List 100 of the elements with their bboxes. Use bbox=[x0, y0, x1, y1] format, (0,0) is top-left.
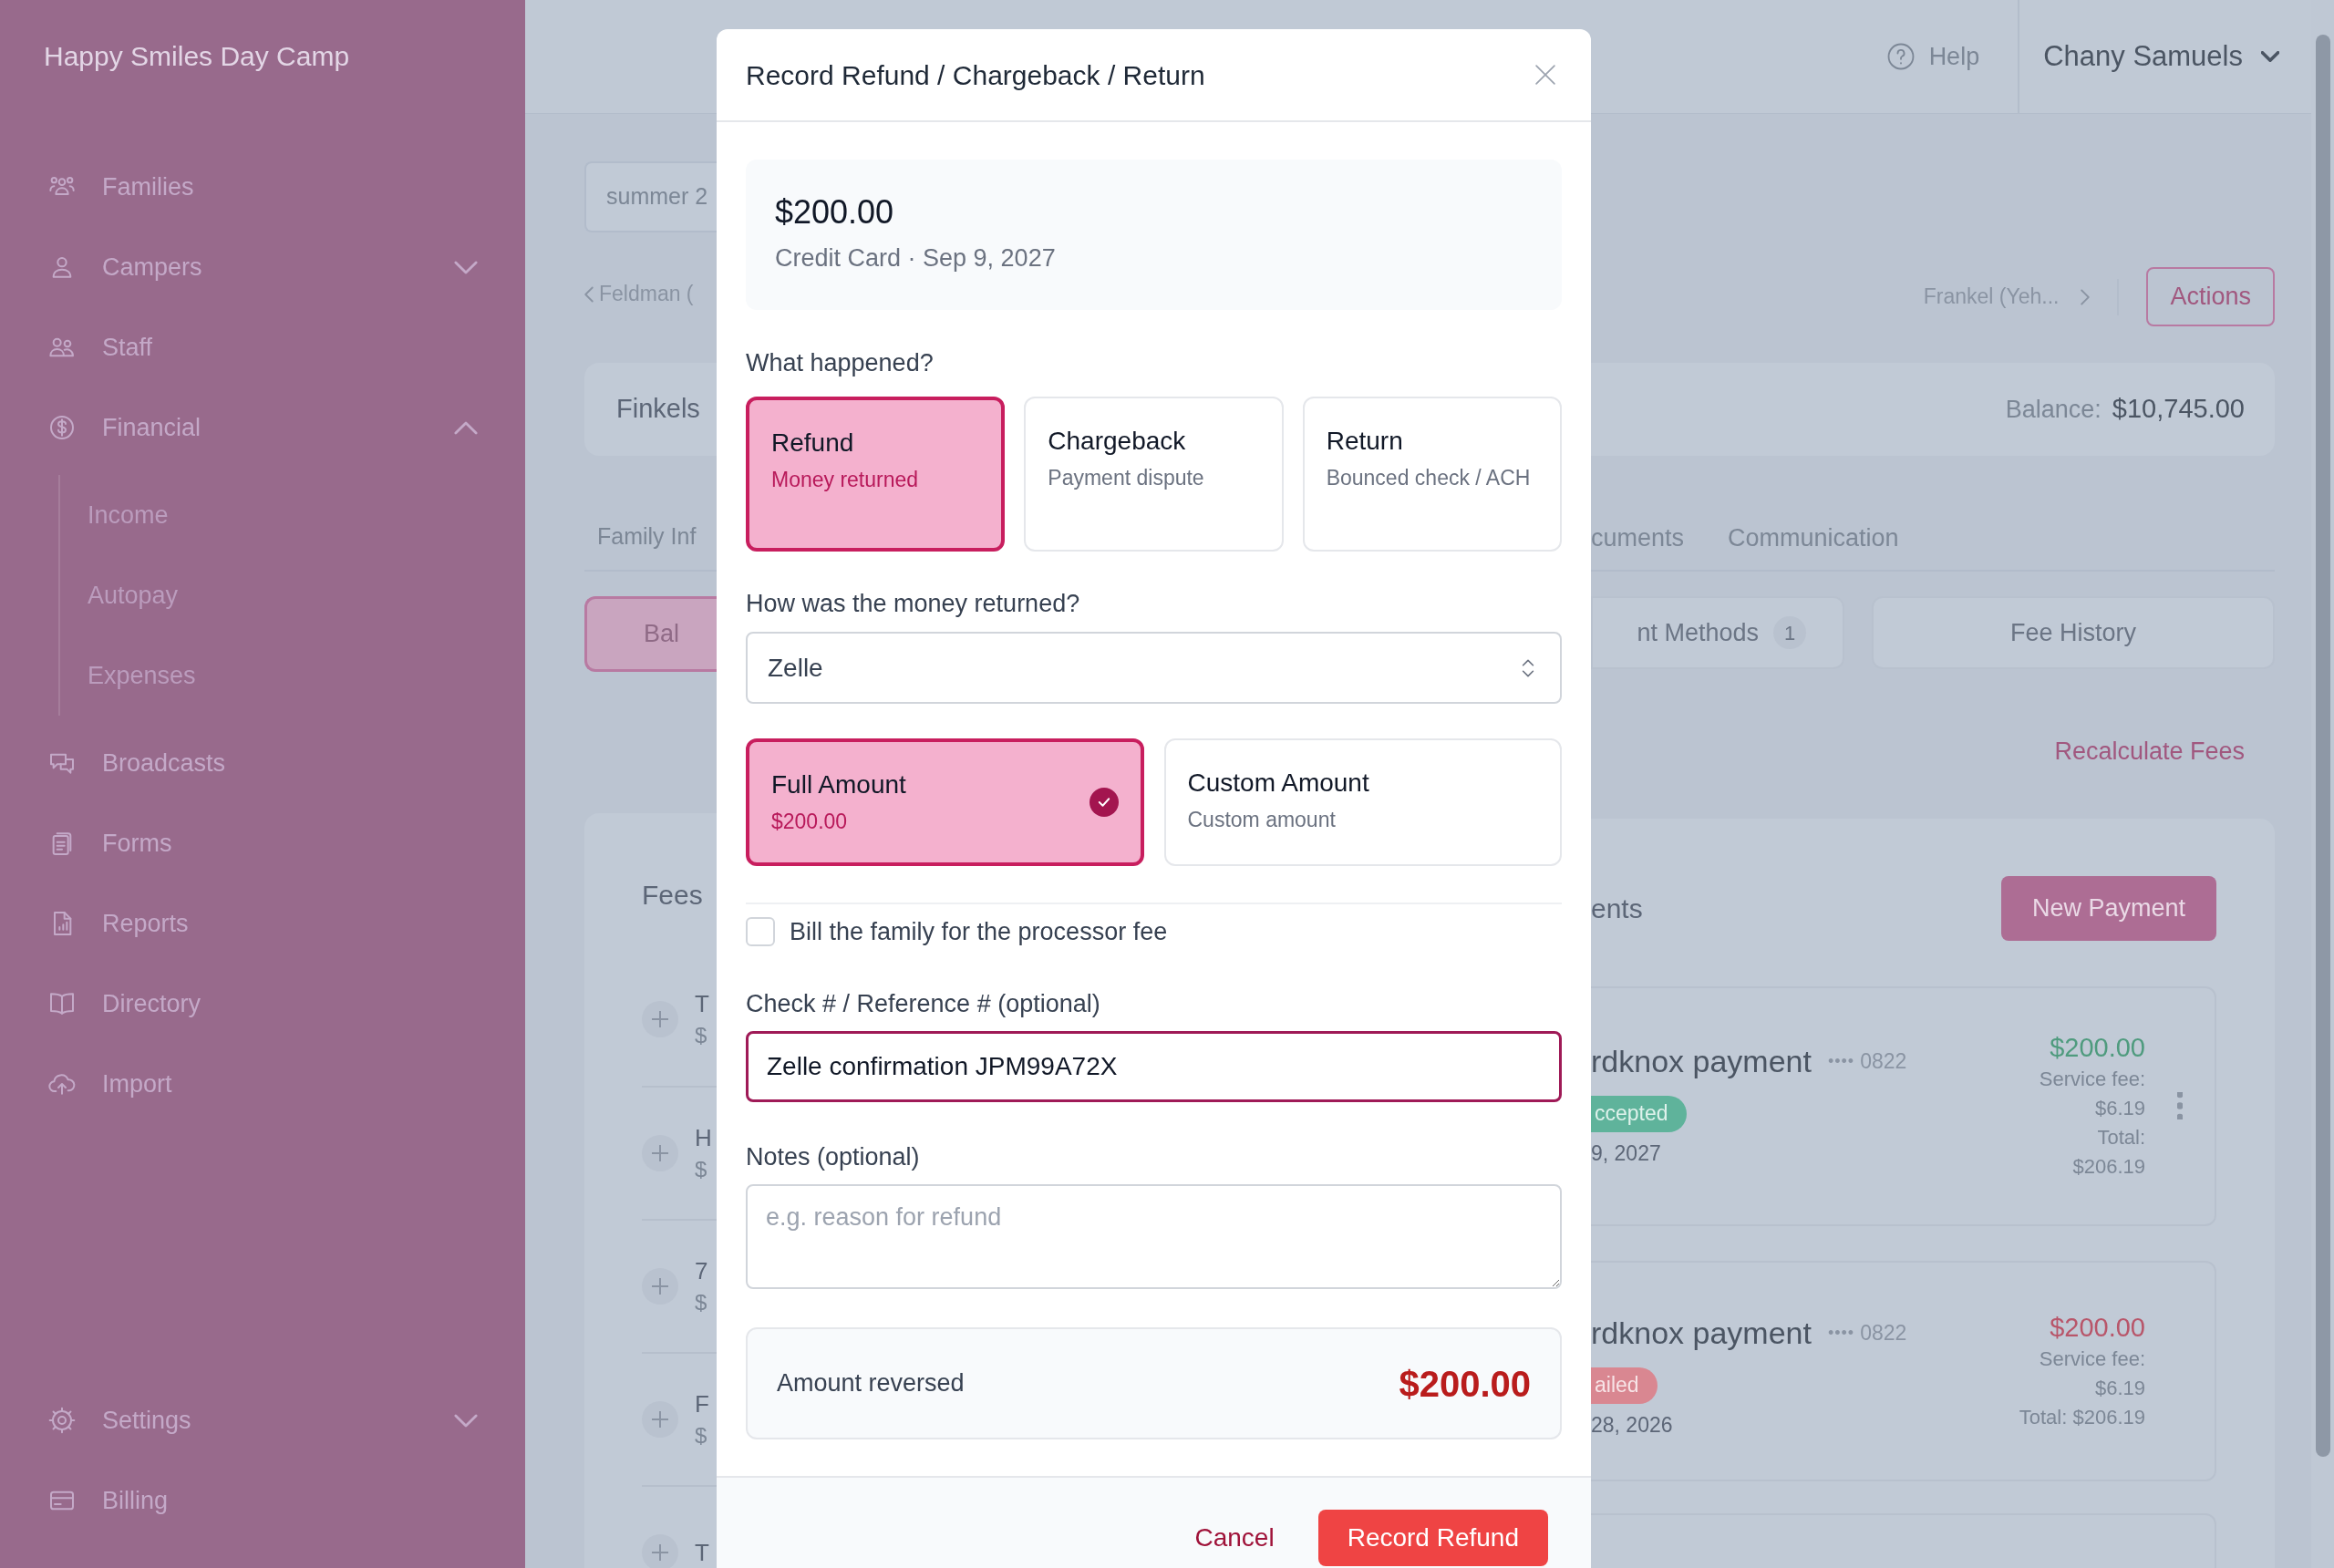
sidebar-item[interactable]: Financial bbox=[0, 387, 525, 468]
subtab[interactable]: Fee History bbox=[1872, 596, 2275, 669]
plus-icon bbox=[652, 1411, 668, 1428]
checkbox-label: Bill the family for the processor fee bbox=[790, 916, 1168, 947]
option-card[interactable]: Chargeback Payment dispute bbox=[1024, 397, 1284, 552]
help-link[interactable]: Help bbox=[1885, 0, 2019, 113]
reference-field[interactable]: Zelle confirmation JPM99A72X bbox=[746, 1031, 1562, 1102]
sidebar-item[interactable]: Settings bbox=[0, 1380, 525, 1460]
chevron-left-icon bbox=[584, 285, 594, 303]
option-description: Bounced check / ACH bbox=[1326, 465, 1531, 491]
dollar-circle-icon bbox=[47, 413, 77, 442]
plus-icon bbox=[652, 1544, 668, 1561]
fee-line: Total: $206.19 bbox=[2019, 1404, 2145, 1430]
total-amount: $200.00 bbox=[1399, 1362, 1531, 1406]
payment-amount: $200.00 bbox=[2050, 1032, 2145, 1064]
total-label: Amount reversed bbox=[777, 1368, 965, 1399]
card-dots: •••• bbox=[1827, 1050, 1855, 1072]
tab[interactable]: Family Inf bbox=[597, 520, 697, 549]
sidebar-item[interactable]: Staff bbox=[0, 307, 525, 387]
recalculate-link[interactable]: Recalculate Fees bbox=[2054, 733, 2245, 770]
fee-amount: $ bbox=[695, 1156, 707, 1183]
fee-line: Service fee: bbox=[2039, 1346, 2145, 1372]
checkbox[interactable] bbox=[746, 917, 775, 946]
fee-line: $6.19 bbox=[2094, 1096, 2145, 1121]
fee-amount: $ bbox=[695, 1022, 707, 1049]
plus-icon bbox=[652, 1011, 668, 1027]
fee-name: 7 bbox=[695, 1256, 708, 1286]
tab[interactable]: Communication bbox=[1728, 520, 1899, 549]
option-title: Chargeback bbox=[1048, 426, 1187, 457]
actions-button[interactable]: Actions bbox=[2146, 267, 2275, 326]
option-description: Custom amount bbox=[1187, 807, 1337, 833]
field-label: Notes (optional) bbox=[746, 1144, 921, 1170]
fee-line: $6.19 bbox=[2094, 1375, 2145, 1401]
card-dots: •••• bbox=[1827, 1322, 1855, 1344]
option-description: Money returned bbox=[771, 467, 919, 493]
option-title: Full Amount bbox=[771, 769, 906, 800]
gear-icon bbox=[47, 1406, 77, 1435]
family-name: Finkels bbox=[616, 393, 700, 426]
tab[interactable]: cuments bbox=[1591, 520, 1685, 549]
option-title: Custom Amount bbox=[1187, 768, 1369, 799]
fee-name: F bbox=[695, 1389, 709, 1419]
option-description: Payment dispute bbox=[1048, 465, 1204, 491]
chevron-down-icon bbox=[2261, 51, 2279, 62]
add-button[interactable] bbox=[642, 1135, 678, 1171]
count-badge: 1 bbox=[1773, 616, 1806, 649]
fee-name: T bbox=[695, 1538, 709, 1568]
option-title: Return bbox=[1326, 426, 1404, 457]
select-field[interactable]: Zelle bbox=[746, 632, 1562, 704]
fee-amount: $ bbox=[695, 1422, 707, 1449]
sidebar-item[interactable]: Families bbox=[0, 147, 525, 227]
add-button[interactable] bbox=[642, 1268, 678, 1305]
fee-line: Service fee: bbox=[2039, 1067, 2145, 1092]
sidebar-item[interactable]: Reports bbox=[0, 883, 525, 964]
payment-title: rdknox payment bbox=[1591, 1314, 1812, 1352]
option-card[interactable]: Custom Amount Custom amount bbox=[1163, 738, 1562, 866]
new-payment-button[interactable]: New Payment bbox=[2000, 875, 2216, 941]
subtab[interactable]: nt Methods 1 bbox=[1591, 596, 1844, 669]
status-badge: ailed bbox=[1591, 1367, 1658, 1404]
plus-icon bbox=[652, 1278, 668, 1295]
field-label: How was the money returned? bbox=[746, 591, 1081, 616]
sidebar-item[interactable]: Billing bbox=[0, 1460, 525, 1541]
fee-line: $206.19 bbox=[2072, 1154, 2145, 1180]
add-button[interactable] bbox=[642, 1001, 678, 1037]
section-title: ents bbox=[1591, 892, 1643, 925]
sidebar-item[interactable]: Campers bbox=[0, 227, 525, 307]
notes-field[interactable]: e.g. reason for refund bbox=[746, 1184, 1562, 1289]
fee-name: T bbox=[695, 989, 709, 1019]
add-button[interactable] bbox=[642, 1534, 678, 1568]
fee-line: Total: bbox=[2097, 1125, 2145, 1150]
search-field[interactable]: summer 2 bbox=[584, 161, 717, 232]
field-label: What happened? bbox=[746, 350, 935, 376]
scrollbar-thumb[interactable] bbox=[2315, 35, 2330, 1457]
record-button[interactable]: Record Refund bbox=[1317, 1510, 1548, 1566]
app-title: Happy Smiles Day Camp bbox=[44, 40, 351, 73]
payment-date: 28, 2026 bbox=[1591, 1411, 1674, 1439]
option-card[interactable]: Full Amount $200.00 bbox=[746, 738, 1144, 866]
option-description: $200.00 bbox=[771, 809, 849, 835]
sidebar-item[interactable]: Import bbox=[0, 1044, 525, 1124]
sidebar-item[interactable]: Broadcasts bbox=[0, 723, 525, 803]
fee-amount: $ bbox=[695, 1289, 707, 1316]
payment-title: rdknox payment bbox=[1591, 1042, 1812, 1080]
option-card[interactable]: Return Bounced check / ACH bbox=[1302, 397, 1562, 552]
payment-amount: $200.00 bbox=[775, 192, 895, 233]
balance-amount: $10,745.00 bbox=[2112, 393, 2245, 426]
subtab[interactable]: Bal bbox=[584, 596, 717, 672]
payment-amount: $200.00 bbox=[2050, 1311, 2145, 1344]
balance-label: Balance: bbox=[2005, 394, 2102, 425]
option-card[interactable]: Refund Money returned bbox=[746, 397, 1006, 552]
plus-icon bbox=[652, 1145, 668, 1161]
sidebar-item[interactable]: Forms bbox=[0, 803, 525, 883]
sidebar-item[interactable]: Directory bbox=[0, 964, 525, 1044]
section-title: Fees bbox=[642, 879, 704, 912]
field-label: Check # / Reference # (optional) bbox=[746, 991, 1101, 1016]
payment-details: Credit Card · Sep 9, 2027 bbox=[775, 243, 1057, 274]
cancel-button[interactable]: Cancel bbox=[1187, 1510, 1282, 1566]
payment-date: 9, 2027 bbox=[1591, 1140, 1662, 1167]
dialog-title: Record Refund / Chargeback / Return bbox=[746, 58, 1205, 92]
add-button[interactable] bbox=[642, 1401, 678, 1438]
fee-name: H bbox=[695, 1123, 712, 1153]
option-title: Refund bbox=[771, 428, 855, 459]
